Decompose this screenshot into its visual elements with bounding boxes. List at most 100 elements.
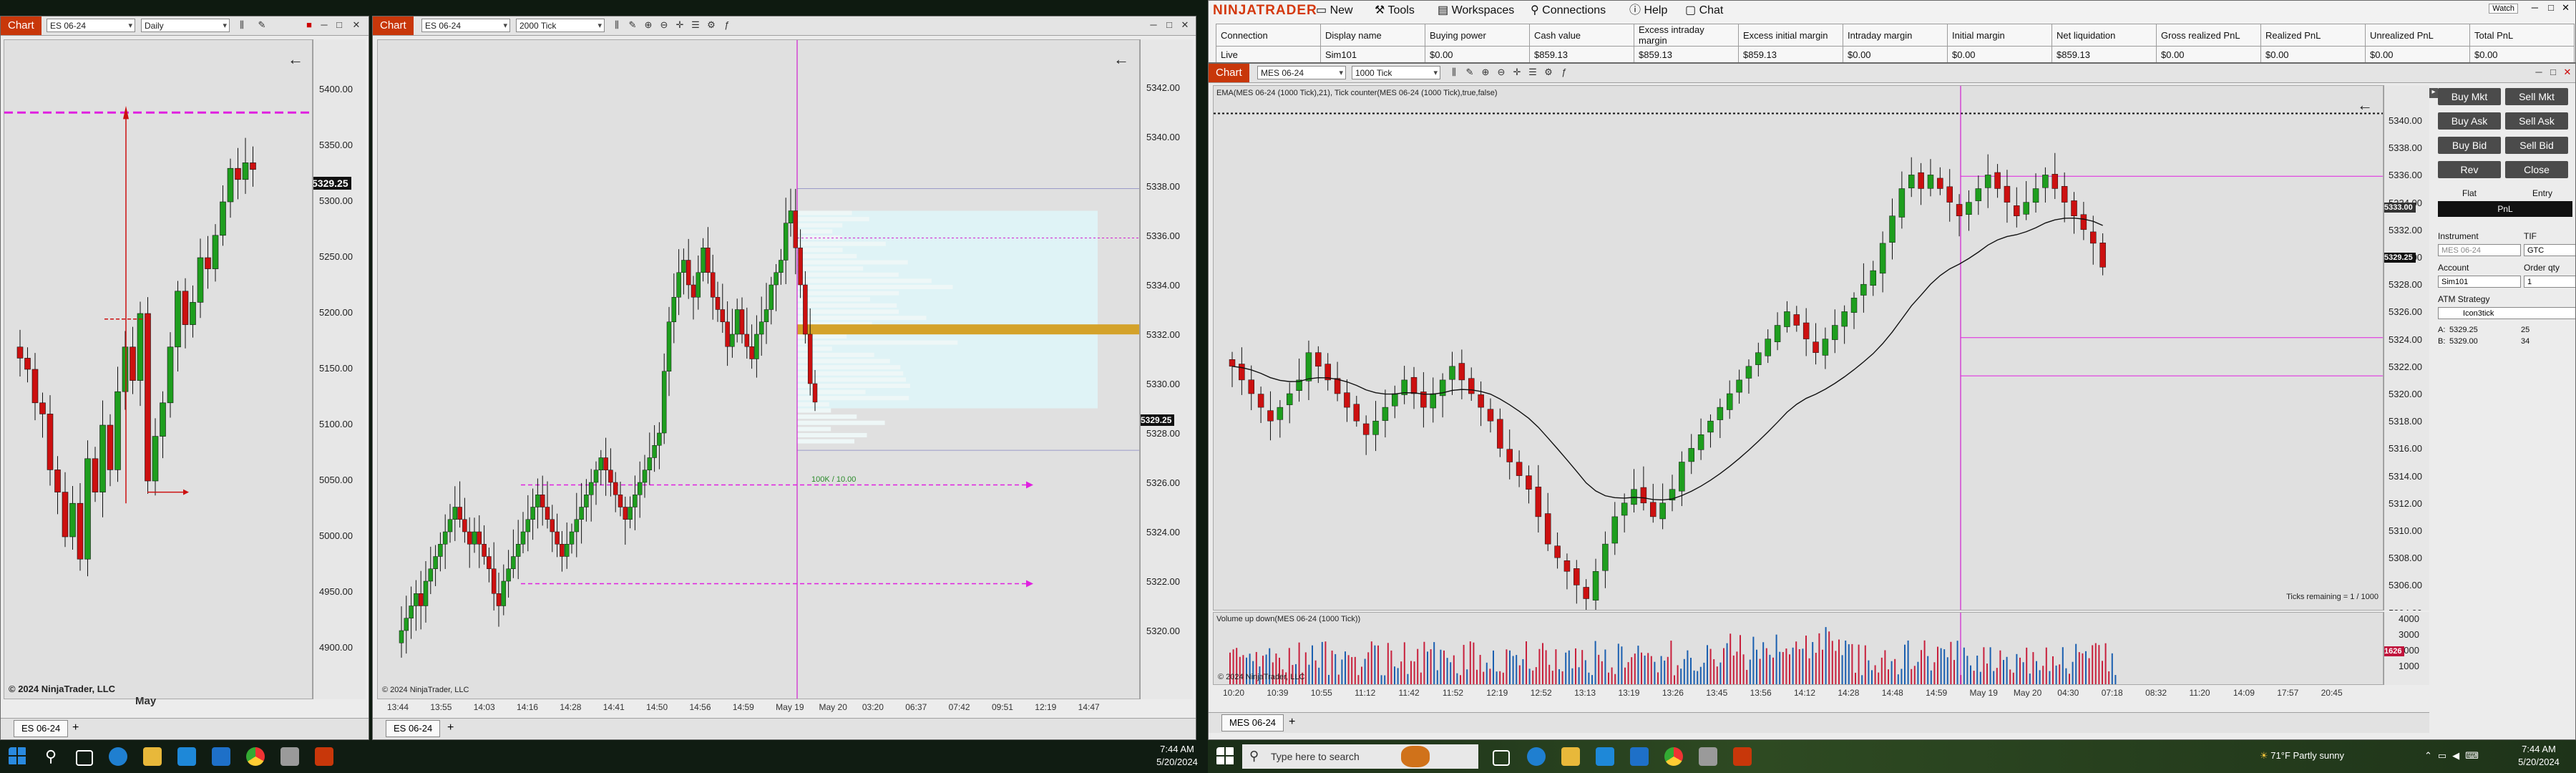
instrument-field[interactable]: MES 06-24: [2438, 244, 2521, 256]
maximize-icon[interactable]: □: [334, 20, 344, 30]
ninjatrader-icon[interactable]: [1733, 747, 1752, 766]
price-axis[interactable]: 5340.005338.005336.005334.005332.005330.…: [2384, 85, 2432, 611]
maximize-icon[interactable]: □: [2548, 67, 2558, 77]
account-column-header[interactable]: Gross realized PnL: [2156, 24, 2261, 47]
instrument-selector[interactable]: MES 06-24: [1257, 66, 1346, 80]
task-view-icon[interactable]: [1493, 750, 1510, 766]
file-explorer-icon[interactable]: [143, 747, 162, 766]
accounts-row[interactable]: Live Sim101 $0.00 $859.13 $859.13 $859.13 $0.0…: [1216, 46, 2575, 62]
crosshair-icon[interactable]: ✛: [675, 20, 685, 30]
account-column-header[interactable]: Intraday margin: [1843, 24, 1948, 47]
minimize-icon[interactable]: ─: [2532, 2, 2538, 13]
windows-start-icon[interactable]: [1216, 747, 1235, 766]
price-axis[interactable]: 5342.00 5340.00 5338.00 5336.00 5334.00 5332.…: [1140, 39, 1193, 699]
sell-bid-button[interactable]: Sell Bid: [2505, 137, 2568, 154]
zoom-in-icon[interactable]: ⊕: [643, 20, 653, 30]
app-icon[interactable]: [280, 747, 299, 766]
mail-icon[interactable]: [212, 747, 230, 766]
search-icon[interactable]: ⚲: [42, 747, 60, 766]
add-tab-icon[interactable]: +: [72, 721, 79, 734]
tab-mes-06-24[interactable]: MES 06-24: [1221, 714, 1284, 731]
app-icon[interactable]: [1699, 747, 1717, 766]
task-view-icon[interactable]: [76, 750, 93, 766]
mail-icon[interactable]: [1630, 747, 1649, 766]
close-position-button[interactable]: Close: [2505, 161, 2568, 178]
bar-type-icon[interactable]: ⫼: [1449, 67, 1459, 77]
edge-icon[interactable]: [109, 747, 127, 766]
weather-widget[interactable]: ☀ 71°F Partly sunny: [2260, 750, 2344, 762]
back-arrow-icon[interactable]: ←: [2357, 96, 2373, 115]
drawing-tool-icon[interactable]: ✎: [257, 20, 267, 30]
tab-es-06-24[interactable]: ES 06-24: [386, 720, 441, 737]
crosshair-icon[interactable]: ✛: [1512, 67, 1522, 77]
zoom-in-icon[interactable]: ⊕: [1480, 67, 1491, 77]
account-column-header[interactable]: Initial margin: [1947, 24, 2052, 47]
pencil-icon[interactable]: ✎: [1465, 67, 1475, 77]
pencil-icon[interactable]: ✎: [628, 20, 638, 30]
tab-es-06-24[interactable]: ES 06-24: [14, 720, 69, 737]
account-column-header[interactable]: Total PnL: [2469, 24, 2575, 47]
watch-button[interactable]: Watch: [2489, 4, 2518, 14]
account-column-header[interactable]: Cash value: [1529, 24, 1634, 47]
price-axis[interactable]: 5400.00 5350.00 5300.00 5250.00 5200.00 5150.…: [313, 39, 366, 699]
atm-strategy-select[interactable]: Icon3tick: [2438, 307, 2575, 319]
account-column-header[interactable]: Net liquidation: [2051, 24, 2157, 47]
bar-type-icon[interactable]: ⫼: [237, 20, 247, 30]
tif-select[interactable]: GTC: [2524, 244, 2575, 256]
volume-panel[interactable]: Volume up down(MES 06-24 (1000 Tick)) © …: [1213, 612, 2384, 685]
account-column-header[interactable]: Buying power: [1425, 24, 1530, 47]
zoom-out-icon[interactable]: ⊖: [1496, 67, 1506, 77]
edge-icon[interactable]: [1527, 747, 1546, 766]
price-panel[interactable]: ← 100K / 10.00 © 2024 NinjaTrader, LLC: [377, 39, 1140, 699]
account-select[interactable]: Sim101: [2438, 276, 2521, 288]
system-clock[interactable]: 7:44 AM 5/20/2024: [1152, 743, 1202, 769]
system-clock[interactable]: 7:44 AM 5/20/2024: [2510, 743, 2567, 769]
minimize-icon[interactable]: ─: [319, 20, 329, 30]
interval-selector[interactable]: 2000 Tick: [516, 19, 605, 33]
chart-menu-button[interactable]: Chart: [1209, 64, 1249, 82]
menu-chat[interactable]: ▢ Chat: [1685, 1, 1723, 21]
bar-type-icon[interactable]: ⫼: [612, 20, 622, 30]
account-column-header[interactable]: Connection: [1216, 24, 1321, 47]
panel-expand-icon[interactable]: ▸: [2429, 88, 2438, 98]
close-icon[interactable]: ✕: [351, 20, 361, 30]
minimize-icon[interactable]: ─: [2534, 67, 2544, 77]
windows-start-icon[interactable]: [9, 747, 27, 766]
interval-selector[interactable]: Daily: [141, 19, 230, 33]
store-icon[interactable]: [1596, 747, 1614, 766]
maximize-icon[interactable]: □: [1164, 20, 1174, 30]
sell-market-button[interactable]: Sell Mkt: [2505, 88, 2568, 105]
properties-icon[interactable]: ☰: [691, 20, 701, 30]
buy-ask-button[interactable]: Buy Ask: [2438, 112, 2501, 130]
close-icon[interactable]: ✕: [2562, 2, 2570, 14]
reverse-button[interactable]: Rev: [2438, 161, 2501, 178]
account-column-header[interactable]: Excess intraday margin: [1634, 24, 1739, 47]
menu-connections[interactable]: ⚲ Connections: [1531, 1, 1606, 21]
back-arrow-icon[interactable]: ←: [1113, 50, 1129, 69]
add-tab-icon[interactable]: +: [447, 721, 454, 734]
menu-help[interactable]: ⓘ Help: [1629, 1, 1667, 21]
menu-tools[interactable]: ⚒ Tools: [1375, 1, 1415, 21]
price-panel[interactable]: ← © 2024 NinjaTrader, LLC: [4, 39, 313, 699]
tray-icons[interactable]: ⌃▭◀⌨: [2424, 750, 2484, 762]
chart-menu-button[interactable]: Chart: [1, 16, 42, 35]
store-icon[interactable]: [177, 747, 196, 766]
taskbar-search[interactable]: ⚲ Type here to search: [1242, 744, 1478, 769]
indicators-icon[interactable]: ƒ: [1559, 67, 1569, 77]
account-column-header[interactable]: Excess initial margin: [1738, 24, 1843, 47]
close-icon[interactable]: ✕: [2562, 67, 2572, 77]
add-tab-icon[interactable]: +: [1289, 716, 1295, 729]
ninjatrader-icon[interactable]: [315, 747, 333, 766]
properties-icon[interactable]: ☰: [1528, 67, 1538, 77]
indicators-icon[interactable]: ƒ: [722, 20, 732, 30]
buy-market-button[interactable]: Buy Mkt: [2438, 88, 2501, 105]
buy-bid-button[interactable]: Buy Bid: [2438, 137, 2501, 154]
quantity-stepper[interactable]: 1: [2524, 276, 2575, 288]
strategies-icon[interactable]: ⚙: [1543, 67, 1553, 77]
strategies-icon[interactable]: ⚙: [706, 20, 716, 30]
file-explorer-icon[interactable]: [1561, 747, 1580, 766]
fish-widget-icon[interactable]: [1401, 746, 1430, 767]
instrument-selector[interactable]: ES 06-24: [421, 19, 510, 33]
minimize-icon[interactable]: ─: [1148, 20, 1158, 30]
menu-workspaces[interactable]: ▤ Workspaces: [1438, 1, 1514, 21]
